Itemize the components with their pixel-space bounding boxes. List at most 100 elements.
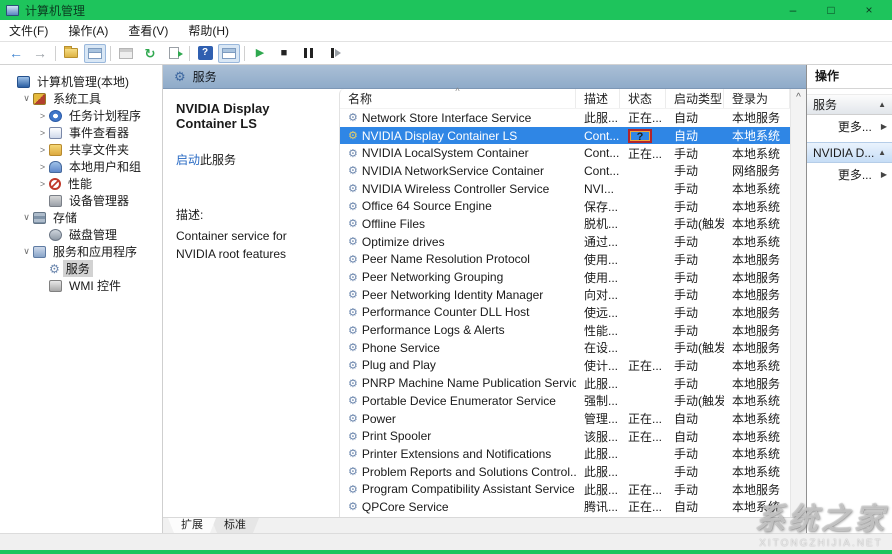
service-name-cell: ⚙ Portable Device Enumerator Service bbox=[340, 394, 576, 408]
service-row[interactable]: ⚙ Print Spooler 该服... 正在... 自动 本地系统 bbox=[340, 427, 790, 445]
tree-item-shared-folders[interactable]: > 共享文件夹 bbox=[0, 141, 162, 158]
tree-item-wmi[interactable]: WMI 控件 bbox=[0, 277, 162, 294]
service-row[interactable]: ⚙ PNRP Machine Name Publication Service 此服… bbox=[340, 374, 790, 392]
column-header-startup[interactable]: 启动类型 bbox=[666, 89, 724, 108]
properties-button-disabled[interactable] bbox=[115, 44, 137, 63]
column-header-status[interactable]: 状态 bbox=[620, 89, 666, 108]
tree-item-storage[interactable]: ∨ 存储 bbox=[0, 209, 162, 226]
tree-item-services[interactable]: ⚙ 服务 bbox=[0, 260, 162, 277]
stop-service-button[interactable]: ■ bbox=[273, 44, 295, 63]
service-desc-cell: NVI... bbox=[584, 181, 615, 196]
service-row[interactable]: ⚙ Office 64 Source Engine 保存... 手动 本地系统 bbox=[340, 197, 790, 215]
tree-item-event-viewer[interactable]: > 事件查看器 bbox=[0, 124, 162, 141]
service-row[interactable]: ⚙ Portable Device Enumerator Service 强制...… bbox=[340, 392, 790, 410]
expander-icon[interactable]: > bbox=[36, 128, 49, 138]
tree-item-task-scheduler[interactable]: > 任务计划程序 bbox=[0, 107, 162, 124]
tree-item-disk-management[interactable]: 磁盘管理 bbox=[0, 226, 162, 243]
menu-item-action[interactable]: 操作(A) bbox=[68, 22, 108, 39]
show-console-tree-button[interactable] bbox=[84, 43, 106, 63]
window-controls: – □ × bbox=[786, 3, 886, 17]
tree-item-performance[interactable]: > 性能 bbox=[0, 175, 162, 192]
service-row[interactable]: ⚙ NVIDIA Display Container LS Cont...? 自动 本地… bbox=[340, 126, 790, 145]
service-row[interactable]: ⚙ Network Store Interface Service 此服... 正在.… bbox=[340, 109, 790, 127]
service-startup-cell: 手动 bbox=[674, 199, 699, 214]
up-one-level-button[interactable] bbox=[60, 44, 82, 63]
restart-service-button[interactable] bbox=[321, 44, 343, 63]
tab-extended[interactable]: 扩展 bbox=[168, 518, 216, 533]
help-button[interactable]: ? bbox=[194, 44, 216, 63]
service-desc-cell: 此服... bbox=[584, 482, 619, 497]
column-header-logon[interactable]: 登录为 bbox=[724, 89, 790, 108]
show-hide-action-pane-button[interactable] bbox=[218, 43, 240, 63]
column-header-name[interactable]: 名称 ^ bbox=[340, 86, 576, 108]
service-startup-cell: 手动 bbox=[674, 447, 699, 462]
service-row[interactable]: ⚙ Power 管理... 正在... 自动 本地系统 bbox=[340, 410, 790, 428]
tree-item-system-tools[interactable]: ∨ 系统工具 bbox=[0, 90, 162, 107]
service-row[interactable]: ⚙Phone Service 在设... 手动(触发... 本地服务 bbox=[340, 339, 790, 357]
service-row[interactable]: ⚙ NVIDIA LocalSystem Container Cont... 正在..… bbox=[340, 144, 790, 162]
start-service-link[interactable]: 启动 bbox=[176, 153, 200, 167]
console-pane: ⚙ 服务 NVIDIA Display Container LS 启动此服务 描… bbox=[163, 65, 806, 533]
column-header-desc[interactable]: 描述 bbox=[576, 89, 620, 108]
export-list-button[interactable] bbox=[163, 44, 185, 63]
pause-service-button[interactable] bbox=[297, 44, 319, 63]
service-row[interactable]: ⚙ NVIDIA Wireless Controller Service NVI..… bbox=[340, 180, 790, 198]
action-more-item-services[interactable]: 更多... ▶ bbox=[807, 115, 892, 137]
minimize-button[interactable]: – bbox=[786, 3, 800, 17]
expander-icon[interactable]: ∨ bbox=[20, 246, 33, 257]
service-desc-cell: 使用... bbox=[584, 252, 619, 267]
service-row[interactable]: ⚙ Optimize drives 通过... 手动 本地系统 bbox=[340, 233, 790, 251]
service-gear-icon: ⚙ bbox=[348, 165, 358, 178]
action-section-header-services[interactable]: 服务 ▲ bbox=[807, 94, 892, 115]
shared-folders-icon bbox=[49, 143, 62, 156]
back-button[interactable]: ← bbox=[5, 44, 27, 63]
menu-item-help[interactable]: 帮助(H) bbox=[188, 22, 229, 39]
expander-icon[interactable]: ∨ bbox=[20, 212, 33, 223]
service-row[interactable]: ⚙ Printer Extensions and Notifications 此服.… bbox=[340, 445, 790, 463]
maximize-button[interactable]: □ bbox=[824, 3, 838, 17]
task-scheduler-icon bbox=[49, 109, 62, 122]
service-status-cell: 正在... bbox=[628, 500, 663, 515]
refresh-button[interactable]: ↻ bbox=[139, 44, 161, 63]
service-row[interactable]: ⚙ Performance Logs & Alerts 性能... 手动 本地服务 bbox=[340, 321, 790, 339]
start-service-button[interactable]: ▶ bbox=[249, 44, 271, 63]
action-sections: 服务 ▲ 更多... ▶ NVIDIA D... ▲ 更多... ▶ bbox=[807, 89, 892, 185]
service-row[interactable]: ⚙ Performance Counter DLL Host 使远... 手动 本地服务 bbox=[340, 304, 790, 322]
service-row[interactable]: ⚙ Peer Networking Grouping 使用... 手动 本地服务 bbox=[340, 268, 790, 286]
tree-item-local-users[interactable]: > 本地用户和组 bbox=[0, 158, 162, 175]
service-row[interactable]: ⚙ NVIDIA NetworkService Container Cont... 手… bbox=[340, 162, 790, 180]
service-row[interactable]: ⚙ Problem Reports and Solutions Control..… bbox=[340, 463, 790, 481]
tree-item-services-apps[interactable]: ∨ 服务和应用程序 bbox=[0, 243, 162, 260]
expander-icon[interactable]: > bbox=[36, 179, 49, 189]
service-row[interactable]: ⚙ Plug and Play 使计... 正在... 手动 本地系统 bbox=[340, 357, 790, 375]
menu-item-view[interactable]: 查看(V) bbox=[128, 22, 168, 39]
expander-icon[interactable]: ∨ bbox=[20, 93, 33, 104]
service-row[interactable]: ⚙ Program Compatibility Assistant Service… bbox=[340, 480, 790, 498]
service-row[interactable]: ⚙Offline Files 脱机... 手动(触发... 本地系统 bbox=[340, 215, 790, 233]
scroll-up-icon[interactable]: ^ bbox=[796, 92, 801, 517]
action-section-title: NVIDIA D... bbox=[813, 145, 875, 160]
expander-icon[interactable]: > bbox=[36, 145, 49, 155]
expander-icon[interactable]: > bbox=[36, 111, 49, 121]
service-row[interactable]: ⚙ QPCore Service 腾讯... 正在... 自动 本地系统 bbox=[340, 498, 790, 516]
tree-item-device-manager[interactable]: 设备管理器 bbox=[0, 192, 162, 209]
service-row[interactable]: ⚙ Peer Networking Identity Manager 向对... 手动… bbox=[340, 286, 790, 304]
service-name: NVIDIA Wireless Controller Service bbox=[361, 181, 550, 196]
close-button[interactable]: × bbox=[862, 3, 876, 17]
list-scrollbar[interactable]: ^ bbox=[790, 89, 806, 517]
tab-standard[interactable]: 标准 bbox=[211, 518, 259, 533]
action-section-header-nvidia[interactable]: NVIDIA D... ▲ bbox=[807, 142, 892, 163]
service-row[interactable]: ⚙ Peer Name Resolution Protocol 使用... 手动 本地服… bbox=[340, 251, 790, 269]
service-startup-cell: 自动 bbox=[674, 111, 699, 126]
list-rows: ⚙ Network Store Interface Service 此服... 正在.… bbox=[340, 109, 806, 517]
forward-button[interactable]: → bbox=[29, 44, 51, 63]
performance-icon bbox=[49, 177, 61, 190]
service-logon-cell: 本地服务 bbox=[732, 111, 781, 126]
menu-item-file[interactable]: 文件(F) bbox=[9, 22, 48, 39]
tree-item-label: 事件查看器 bbox=[69, 126, 130, 140]
service-logon-cell: 本地服务 bbox=[732, 323, 781, 338]
tree-item-computer[interactable]: 计算机管理(本地) bbox=[0, 73, 162, 90]
action-more-item-nvidia[interactable]: 更多... ▶ bbox=[807, 163, 892, 185]
service-desc-cell: 使用... bbox=[584, 270, 619, 285]
expander-icon[interactable]: > bbox=[36, 162, 49, 172]
